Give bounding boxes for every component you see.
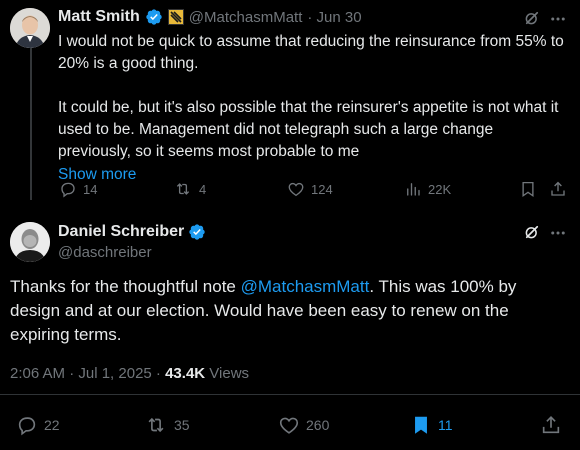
tweet-views-label: Views xyxy=(205,365,250,382)
matt-reply-count: 14 xyxy=(83,181,98,197)
daniel-tweet-text: Thanks for the thoughtful note @Matchasm… xyxy=(10,275,550,347)
views-icon xyxy=(407,183,420,196)
tweet-view-count: 43.4K xyxy=(165,365,206,382)
matt-date[interactable]: · Jun 30 xyxy=(307,9,361,26)
verified-badge-icon xyxy=(146,9,162,25)
daniel-handle[interactable]: @daschreiber xyxy=(58,244,206,261)
matt-header: Matt Smith @MatchasmMatt · Jun 30 xyxy=(58,8,362,26)
divider xyxy=(0,394,580,395)
matt-display-name[interactable]: Matt Smith xyxy=(58,8,140,26)
reply-count: 22 xyxy=(44,417,60,433)
matt-avatar[interactable] xyxy=(10,8,50,48)
mention-link[interactable]: @MatchasmMatt xyxy=(241,277,370,296)
matt-tweet-para-1: I would not be quick to assume that redu… xyxy=(58,33,564,72)
verified-badge-icon xyxy=(189,224,205,240)
like-button[interactable]: 260 xyxy=(278,414,329,436)
reply-icon xyxy=(18,417,36,436)
matt-like-button[interactable]: 124 xyxy=(287,180,333,198)
repost-icon xyxy=(176,183,190,195)
thread-connector-line xyxy=(30,48,32,200)
matt-handle[interactable]: @MatchasmMatt xyxy=(189,9,303,26)
like-icon xyxy=(279,417,299,434)
matt-views-button[interactable]: 22K xyxy=(404,180,451,198)
bookmark-icon xyxy=(415,416,427,434)
like-icon xyxy=(288,182,304,197)
share-icon[interactable] xyxy=(540,414,562,436)
reply-button[interactable]: 22 xyxy=(16,414,60,436)
matt-repost-count: 4 xyxy=(199,181,207,197)
grok-icon[interactable] xyxy=(523,9,541,27)
daniel-display-name[interactable]: Daniel Schreiber xyxy=(58,223,184,241)
more-icon[interactable] xyxy=(549,10,567,28)
matt-tweet-text: I would not be quick to assume that redu… xyxy=(58,31,568,186)
daniel-avatar-image xyxy=(10,222,50,262)
tweet-timestamp[interactable]: 2:06 AM · Jul 1, 2025 · xyxy=(10,365,165,382)
tweet-meta: 2:06 AM · Jul 1, 2025 · 43.4K Views xyxy=(10,365,249,382)
share-icon[interactable] xyxy=(549,180,567,198)
bookmark-icon[interactable] xyxy=(519,180,537,198)
daniel-tweet-text-start: Thanks for the thoughtful note xyxy=(10,277,241,296)
reply-icon xyxy=(61,182,75,198)
bookmark-count: 11 xyxy=(438,417,453,433)
matt-reply-button[interactable]: 14 xyxy=(59,180,97,198)
bookmark-button[interactable]: 11 xyxy=(410,414,453,436)
repost-button[interactable]: 35 xyxy=(144,414,190,436)
daniel-avatar[interactable] xyxy=(10,222,50,262)
daniel-header: Daniel Schreiber @daschreiber xyxy=(58,223,206,261)
more-icon[interactable] xyxy=(549,224,567,242)
matt-tweet-para-2: It could be, but it's also possible that… xyxy=(58,99,559,160)
like-count: 260 xyxy=(306,417,330,433)
affiliate-badge-icon xyxy=(167,9,184,25)
repost-count: 35 xyxy=(174,417,190,433)
matt-repost-button[interactable]: 4 xyxy=(173,180,206,198)
grok-icon[interactable] xyxy=(523,223,541,241)
repost-icon xyxy=(148,417,164,433)
matt-like-count: 124 xyxy=(311,181,333,197)
matt-avatar-image xyxy=(10,8,50,48)
matt-view-count: 22K xyxy=(428,181,452,197)
